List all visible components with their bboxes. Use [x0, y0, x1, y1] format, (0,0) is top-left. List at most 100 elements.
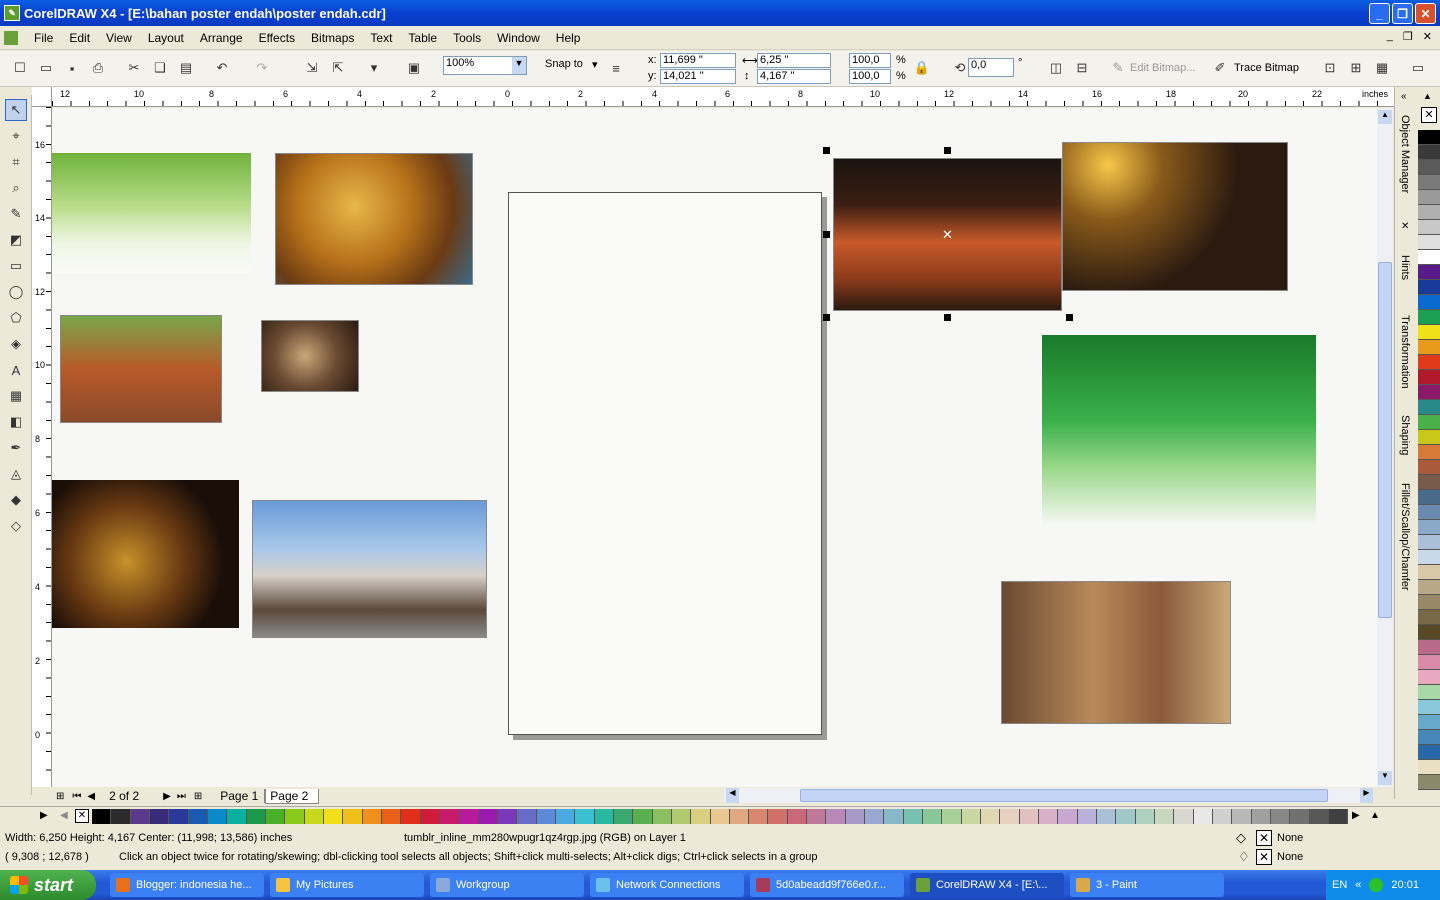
language-indicator[interactable]: EN [1332, 879, 1347, 891]
color-swatch[interactable] [227, 809, 247, 824]
menu-effects[interactable]: Effects [251, 31, 303, 45]
royal-carriage-image[interactable] [252, 500, 487, 638]
tab-shaping[interactable]: Shaping [1399, 415, 1411, 455]
color-swatch[interactable] [787, 809, 808, 824]
color-swatch[interactable] [1418, 610, 1440, 625]
tab-hints[interactable]: Hints [1399, 255, 1411, 280]
rectangle-tool-icon[interactable]: ▭ [5, 255, 27, 277]
vertical-scrollbar[interactable]: ▲ ▼ [1377, 108, 1393, 787]
trace-bitmap-button[interactable]: Trace Bitmap [1234, 62, 1299, 74]
color-swatch[interactable] [1174, 809, 1194, 824]
color-swatch[interactable] [1418, 625, 1440, 640]
rotate-icon[interactable]: ⟲ [950, 58, 970, 78]
color-swatch[interactable] [575, 809, 595, 824]
minimize-button[interactable]: _ [1369, 3, 1390, 24]
color-swatch[interactable] [1418, 385, 1440, 400]
menu-view[interactable]: View [98, 31, 140, 45]
color-swatch[interactable] [188, 809, 208, 824]
edit-bitmap-icon[interactable]: ✎ [1108, 58, 1128, 78]
color-swatch[interactable] [613, 809, 634, 824]
zoom-select[interactable]: 100% ▼ [443, 56, 527, 75]
redo-icon[interactable]: ↷ [252, 58, 272, 78]
doc-restore-icon[interactable]: ❐ [1403, 30, 1413, 43]
eyedropper-tool-icon[interactable]: ✒ [5, 437, 27, 459]
color-swatch[interactable] [1418, 640, 1440, 655]
snap-chevron-icon[interactable]: ▾ [592, 58, 598, 71]
outline-none-swatch-icon[interactable]: ✕ [1256, 849, 1272, 865]
color-swatch[interactable] [304, 809, 324, 824]
color-swatch[interactable] [1155, 809, 1175, 824]
snap-to-button[interactable]: Snap to [545, 58, 583, 70]
color-swatch[interactable] [1058, 809, 1078, 824]
color-swatch[interactable] [149, 809, 170, 824]
last-page-icon[interactable]: ⏭ [177, 791, 186, 802]
color-swatch[interactable] [1418, 250, 1440, 265]
color-swatch[interactable] [265, 809, 286, 824]
task-archive[interactable]: 5d0abeadd9f766e0.r... [750, 873, 904, 897]
color-swatch[interactable] [1251, 809, 1272, 824]
docker-collapse-icon[interactable]: « [1401, 91, 1407, 102]
horizontal-scrollbar[interactable]: ◀ ▶ [724, 788, 1373, 803]
color-swatch[interactable] [923, 809, 943, 824]
tray-expand-icon[interactable]: « [1355, 879, 1361, 891]
blend-tool-icon[interactable]: ◧ [5, 411, 27, 433]
color-swatch[interactable] [671, 809, 692, 824]
color-swatch[interactable] [1329, 809, 1349, 824]
shape-tool-icon[interactable]: ⌖ [5, 125, 27, 147]
color-swatch[interactable] [1418, 745, 1440, 760]
x-position-field[interactable]: 11,699 " [660, 53, 736, 68]
welcome-screen-icon[interactable]: ▣ [404, 58, 424, 78]
outline-tool-icon[interactable]: ◬ [5, 463, 27, 485]
color-swatch[interactable] [246, 809, 266, 824]
color-swatch[interactable] [1418, 490, 1440, 505]
selection-handle[interactable] [823, 314, 830, 321]
trace-bitmap-icon[interactable]: ✐ [1210, 58, 1230, 78]
color-swatch[interactable] [691, 809, 711, 824]
color-swatch[interactable] [1418, 265, 1440, 280]
color-swatch[interactable] [1290, 809, 1310, 824]
color-swatch[interactable] [1309, 809, 1329, 824]
scroll-up-icon[interactable]: ▲ [1378, 110, 1392, 124]
color-swatch[interactable] [1418, 670, 1440, 685]
scale-width-field[interactable]: 100,0 [849, 53, 891, 68]
selection-handle[interactable] [944, 314, 951, 321]
task-workgroup[interactable]: Workgroup [430, 873, 584, 897]
color-swatch[interactable] [1418, 370, 1440, 385]
application-launcher-icon[interactable]: ▾ [364, 58, 384, 78]
cut-icon[interactable]: ✂ [124, 58, 144, 78]
maximize-button[interactable]: ❐ [1392, 3, 1413, 24]
scroll-left-icon[interactable]: ◀ [726, 788, 739, 803]
color-swatch[interactable] [381, 809, 402, 824]
toolbar-options-icon[interactable]: ▭ [1408, 58, 1428, 78]
color-swatch[interactable] [517, 809, 537, 824]
color-swatch[interactable] [1418, 130, 1440, 145]
scroll-down-icon[interactable]: ▼ [1378, 771, 1392, 785]
color-swatch[interactable] [1418, 160, 1440, 175]
color-swatch[interactable] [1135, 809, 1156, 824]
color-swatch[interactable] [1418, 310, 1440, 325]
color-swatch[interactable] [1418, 520, 1440, 535]
prev-page-icon[interactable]: ◀ [87, 791, 95, 802]
y-position-field[interactable]: 14,021 " [660, 69, 736, 84]
rotation-field[interactable]: 0,0 [968, 58, 1014, 77]
color-swatch[interactable] [497, 809, 518, 824]
color-swatch[interactable] [1418, 535, 1440, 550]
color-swatch[interactable] [845, 809, 866, 824]
interactive-fill-tool-icon[interactable]: ◇ [5, 515, 27, 537]
docker-close-icon[interactable]: ✕ [1401, 221, 1409, 232]
crop-tool-icon[interactable]: ⌗ [5, 151, 27, 173]
insert-page-after-icon[interactable]: ⊞ [194, 791, 202, 802]
coreldraw-app-icon[interactable]: ✎ [4, 5, 20, 21]
menu-text[interactable]: Text [362, 31, 400, 45]
doc-close-icon[interactable]: ✕ [1423, 30, 1432, 43]
color-swatch[interactable] [555, 809, 576, 824]
selection-handle[interactable] [944, 147, 951, 154]
fill-tool-icon[interactable]: ◆ [5, 489, 27, 511]
wayang-dancers-image[interactable] [52, 480, 239, 628]
color-swatch[interactable] [1418, 460, 1440, 475]
print-icon[interactable]: ⎙ [88, 58, 108, 78]
menu-edit[interactable]: Edit [61, 31, 98, 45]
no-color-swatch-icon[interactable]: ✕ [1421, 107, 1437, 123]
rotation-center-icon[interactable]: ✕ [942, 227, 953, 243]
tab-fillet-scallop-chamfer[interactable]: Fillet/Scallop/Chamfer [1399, 483, 1411, 591]
